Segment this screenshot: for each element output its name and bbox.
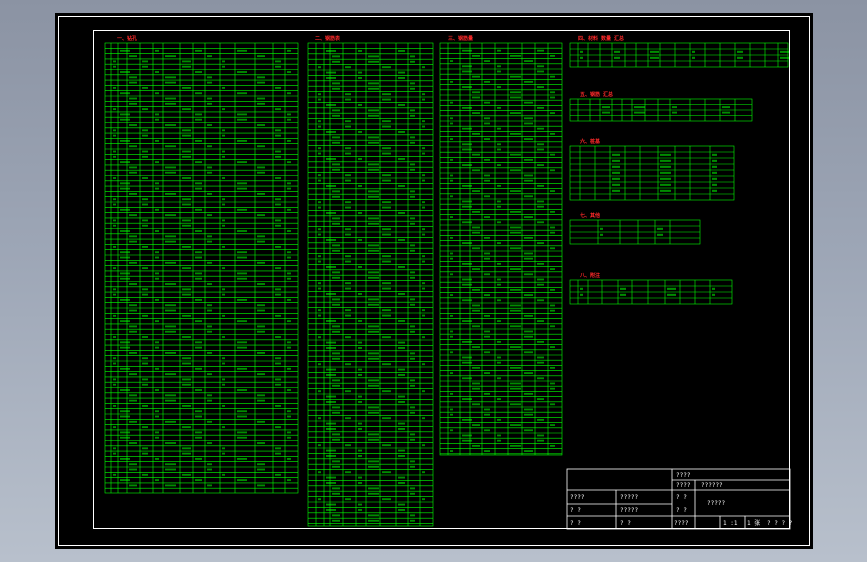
tb-r4a: ? ? [570,507,581,514]
tb-r4c: ? ? [676,507,687,514]
tb-r2a: ???? [676,482,691,489]
drawing-canvas: 一、钻孔 二、钢筋表 三、钢筋量 四、材料 数量 汇总 五、钢筋 汇总 六、桩基… [104,35,793,530]
section-title-1: 一、钻孔 [117,35,137,42]
tb-r4b: ????? [620,507,638,514]
tb-r2b: ?????? [701,482,723,489]
table-rebar-qty [439,42,563,456]
tb-r5b: ? ? [620,520,631,527]
section-title-5: 五、钢筋 汇总 [580,91,613,98]
section-title-8: 八、附注 [579,272,600,279]
section-title-2: 二、钢筋表 [315,35,341,42]
section-title-6: 六、桩基 [580,138,601,145]
table-pile [569,145,735,201]
tb-r3a: ???? [570,494,585,501]
tb-r3c: ? ? [676,494,687,501]
tb-r5a: ? ? [570,520,581,527]
cad-viewport[interactable]: 一、钻孔 二、钢筋表 三、钢筋量 四、材料 数量 汇总 五、钢筋 汇总 六、桩基… [55,13,813,549]
tb-sheet: 1 张 [747,519,760,527]
table-drilling [104,42,299,494]
tb-r5f: ? ? ? ? [767,520,793,527]
tb-r5c: ???? [674,520,689,527]
section-title-4: 四、材料 数量 汇总 [578,35,624,42]
tb-scale: 1 :1 [723,520,738,527]
tb-r3b: ????? [620,494,638,501]
tb-drawing-name: ????? [707,500,725,507]
section-title-7: 七、其他 [580,212,600,219]
section-title-3: 三、钢筋量 [448,35,473,42]
tb-r1: ???? [676,472,691,479]
